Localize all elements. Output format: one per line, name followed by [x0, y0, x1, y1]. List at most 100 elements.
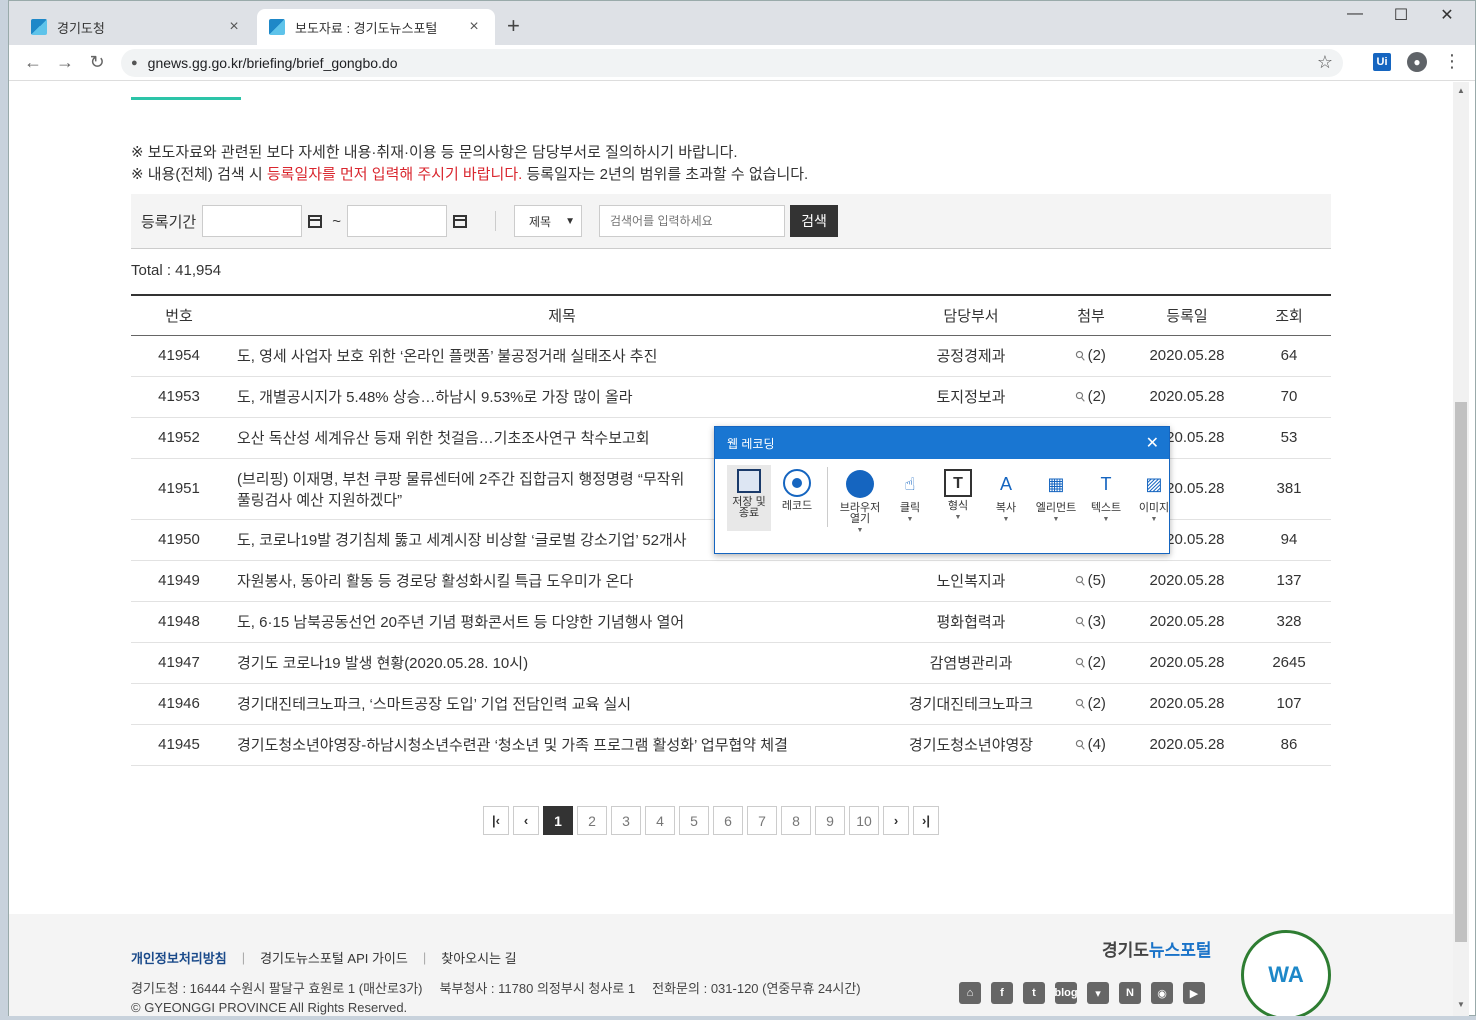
search-field-select[interactable]: 제목 ▼: [513, 205, 582, 237]
profile-icon[interactable]: ●: [1407, 51, 1427, 72]
page-1[interactable]: 1: [543, 806, 573, 835]
scroll-down-icon[interactable]: ▼: [1457, 1000, 1465, 1009]
table-row[interactable]: 41947 경기도 코로나19 발생 현황(2020.05.28. 10시) 감…: [131, 642, 1331, 684]
post-icon[interactable]: ▾: [1087, 982, 1109, 1004]
table-row[interactable]: 41945 경기도청소년야영장-하남시청소년수련관 ‘청소년 및 가족 프로그램…: [131, 724, 1331, 766]
recording-panel-header[interactable]: 웹 레코딩 ✕: [715, 427, 1169, 459]
attachment-count: (4): [1087, 736, 1106, 753]
maximize-button[interactable]: ☐: [1381, 5, 1421, 25]
blog-icon[interactable]: blog: [1054, 982, 1078, 1004]
row-title-link[interactable]: 도, 개별공시지가 5.48% 상승…하남시 9.53%로 가장 많이 올라: [227, 376, 887, 418]
page-10[interactable]: 10: [849, 806, 879, 835]
row-date: 2020.05.28: [1127, 335, 1247, 377]
search-input[interactable]: [598, 205, 785, 237]
page-2[interactable]: 2: [577, 806, 607, 835]
row-title-link[interactable]: 경기도 코로나19 발생 현황(2020.05.28. 10시): [227, 642, 887, 684]
row-attachment[interactable]: ⚲(2): [1055, 642, 1127, 684]
tab-news-portal[interactable]: 보도자료 : 경기도뉴스포털 ×: [257, 9, 495, 45]
menu-icon[interactable]: ⋮: [1443, 51, 1461, 72]
next-page-button[interactable]: ›: [883, 806, 909, 835]
new-tab-button[interactable]: +: [507, 13, 520, 39]
calendar-icon[interactable]: [308, 214, 323, 228]
scroll-thumb[interactable]: [1455, 402, 1467, 942]
table-row[interactable]: 41949 자원봉사, 동아리 활동 등 경로당 활성화시킬 특급 도우미가 온…: [131, 560, 1331, 602]
star-icon[interactable]: ☆: [1317, 52, 1333, 73]
privacy-policy-link[interactable]: 개인정보처리방침: [131, 948, 227, 967]
notice-line-2-red: 등록일자를 먼저 입력해 주시기 바랍니다.: [266, 166, 523, 183]
row-attachment[interactable]: ⚲(3): [1055, 601, 1127, 643]
search-button[interactable]: 검색: [789, 205, 838, 237]
facebook-icon[interactable]: f: [991, 982, 1013, 1004]
element-label: 엘리먼트: [1035, 502, 1077, 514]
calendar-icon[interactable]: [452, 214, 467, 228]
extension-icon[interactable]: Ui: [1373, 52, 1391, 71]
back-button[interactable]: ←: [17, 52, 49, 73]
page-7[interactable]: 7: [747, 806, 777, 835]
row-dept: 노인복지과: [887, 560, 1055, 602]
table-row[interactable]: 41946 경기대진테크노파크, ‘스마트공장 도입’ 기업 전담인력 교육 실…: [131, 683, 1331, 725]
element-tool-button[interactable]: ▦ 엘리먼트 ▼: [1032, 465, 1080, 536]
row-title-link[interactable]: 경기도청소년야영장-하남시청소년수련관 ‘청소년 및 가족 프로그램 활성화’ …: [227, 724, 887, 766]
row-attachment[interactable]: ⚲(2): [1055, 335, 1127, 377]
row-title-link[interactable]: 자원봉사, 동아리 활동 등 경로당 활성화시킬 특급 도우미가 온다: [227, 560, 887, 602]
page-5[interactable]: 5: [679, 806, 709, 835]
reload-button[interactable]: ↻: [81, 52, 113, 73]
row-attachment[interactable]: ⚲(5): [1055, 560, 1127, 602]
youtube-icon[interactable]: ▶: [1183, 982, 1205, 1004]
tab-gyeonggi[interactable]: 경기도청 ×: [19, 9, 255, 45]
row-dept: 경기대진테크노파크: [887, 683, 1055, 725]
tv-icon[interactable]: ◉: [1151, 982, 1173, 1004]
prev-page-button[interactable]: ‹: [513, 806, 539, 835]
open-browser-button[interactable]: 브라우저 열기 ▼: [836, 465, 884, 536]
table-row[interactable]: 41953 도, 개별공시지가 5.48% 상승…하남시 9.53%로 가장 많…: [131, 376, 1331, 418]
start-date-input[interactable]: [202, 205, 303, 237]
tab-title: 경기도청: [57, 20, 105, 36]
click-tool-button[interactable]: ☝ 클릭 ▼: [888, 465, 932, 536]
attachment-count: (3): [1087, 613, 1106, 630]
row-views: 107: [1247, 683, 1331, 725]
table-row[interactable]: 41954 도, 영세 사업자 보호 위한 ‘온라인 플랫폼’ 불공정거래 실태…: [131, 335, 1331, 377]
page-6[interactable]: 6: [713, 806, 743, 835]
row-attachment[interactable]: ⚲(2): [1055, 376, 1127, 418]
image-label: 이미지: [1138, 502, 1170, 514]
scroll-up-icon[interactable]: ▲: [1457, 86, 1465, 95]
directions-link[interactable]: 찾아오시는 길: [441, 948, 516, 967]
favicon-icon: [31, 19, 47, 35]
end-date-input[interactable]: [346, 205, 447, 237]
chevron-down-icon: ▼: [1052, 516, 1060, 523]
last-page-button[interactable]: ›|: [913, 806, 939, 835]
page-9[interactable]: 9: [815, 806, 845, 835]
close-icon[interactable]: ×: [465, 18, 483, 36]
address-bar[interactable]: ● gnews.gg.go.kr/briefing/brief_gongbo.d…: [121, 49, 1343, 77]
phone-info: 전화문의 : 031-120 (연중무휴 24시간): [652, 981, 861, 996]
row-title-link[interactable]: 도, 6·15 남북공동선언 20주년 기념 평화콘서트 등 다양한 기념행사 …: [227, 601, 887, 643]
row-attachment[interactable]: ⚲(2): [1055, 683, 1127, 725]
chevron-down-icon: ▼: [1150, 516, 1158, 523]
window-close-button[interactable]: ✕: [1427, 5, 1467, 25]
naver-icon[interactable]: N: [1119, 982, 1141, 1004]
text-tool-button[interactable]: T 텍스트 ▼: [1084, 465, 1128, 536]
form-tool-button[interactable]: T 형식 ▼: [936, 465, 980, 536]
first-page-button[interactable]: |‹: [483, 806, 509, 835]
row-attachment[interactable]: ⚲(4): [1055, 724, 1127, 766]
close-icon[interactable]: ✕: [1146, 433, 1159, 453]
table-row[interactable]: 41948 도, 6·15 남북공동선언 20주년 기념 평화콘서트 등 다양한…: [131, 601, 1331, 643]
minimize-button[interactable]: —: [1335, 5, 1375, 23]
element-grid-icon: ▦: [1047, 473, 1065, 494]
image-tool-button[interactable]: ▨ 이미지 ▼: [1132, 465, 1176, 536]
forward-button[interactable]: →: [49, 52, 81, 73]
save-and-exit-button[interactable]: 저장 및 종료: [727, 465, 771, 531]
row-title-link[interactable]: 경기대진테크노파크, ‘스마트공장 도입’ 기업 전담인력 교육 실시: [227, 683, 887, 725]
page-4[interactable]: 4: [645, 806, 675, 835]
twitter-icon[interactable]: t: [1023, 982, 1045, 1004]
row-num: 41948: [131, 601, 227, 643]
close-icon[interactable]: ×: [225, 18, 243, 36]
page-scrollbar[interactable]: ▲ ▼: [1453, 82, 1469, 1016]
api-guide-link[interactable]: 경기도뉴스포털 API 가이드: [260, 948, 408, 967]
record-button[interactable]: 레코드: [775, 465, 819, 536]
row-title-link[interactable]: 도, 영세 사업자 보호 위한 ‘온라인 플랫폼’ 불공정거래 실태조사 추진: [227, 335, 887, 377]
page-3[interactable]: 3: [611, 806, 641, 835]
copy-tool-button[interactable]: A 복사 ▼: [984, 465, 1028, 536]
page-8[interactable]: 8: [781, 806, 811, 835]
home-icon[interactable]: ⌂: [959, 982, 981, 1004]
